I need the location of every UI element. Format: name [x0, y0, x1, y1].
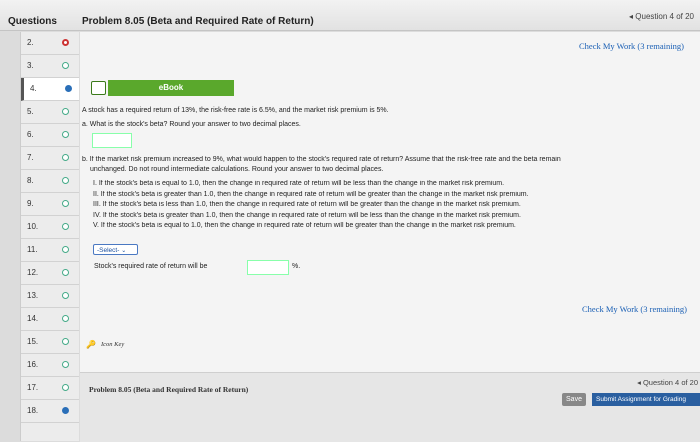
question-number: 12. [27, 268, 39, 277]
question-list-item[interactable]: 12. [21, 262, 79, 285]
status-icon [62, 131, 69, 138]
question-list-item[interactable]: 13. [21, 285, 79, 308]
save-button[interactable]: Save [562, 393, 586, 406]
footer-bar [80, 372, 700, 442]
status-icon [62, 200, 69, 207]
question-number: 10. [27, 222, 39, 231]
question-list-item[interactable]: 5. [21, 101, 79, 124]
status-icon [62, 108, 69, 115]
status-icon [62, 384, 69, 391]
question-list-item[interactable]: 11. [21, 239, 79, 262]
beta-answer-input[interactable] [92, 133, 132, 148]
question-number: 7. [27, 153, 34, 162]
footer-problem-title: Problem 8.05 (Beta and Required Rate of … [89, 385, 249, 394]
key-icon: 🔑 [86, 340, 96, 349]
status-icon [62, 62, 69, 69]
question-number: 4. [30, 84, 37, 93]
answer-option: V. If the stock's beta is equal to 1.0, … [93, 222, 516, 229]
part-a-question: a. What is the stock's beta? Round your … [82, 121, 301, 128]
part-b-question: b. If the market risk premium increased … [82, 156, 561, 163]
question-list-item[interactable]: 3. [21, 55, 79, 78]
question-list-item[interactable]: 10. [21, 216, 79, 239]
status-icon [62, 39, 69, 46]
question-number: 9. [27, 199, 34, 208]
question-number: 11. [27, 245, 38, 254]
question-number: 17. [27, 383, 39, 392]
question-list-item[interactable]: 7. [21, 147, 79, 170]
check-my-work-link-top[interactable]: Check My Work (3 remaining) [579, 41, 684, 51]
select-label: -Select- [97, 247, 120, 254]
question-number: 2. [27, 38, 34, 47]
question-list-item[interactable]: 8. [21, 170, 79, 193]
required-rate-input[interactable] [247, 260, 289, 275]
status-icon [62, 177, 69, 184]
question-number: 5. [27, 107, 34, 116]
status-icon [62, 154, 69, 161]
option-select-dropdown[interactable]: -Select- ⌄ [93, 244, 138, 255]
problem-intro: A stock has a required return of 13%, th… [82, 107, 389, 114]
question-list-item[interactable]: 6. [21, 124, 79, 147]
check-my-work-link-bottom[interactable]: Check My Work (3 remaining) [582, 304, 687, 314]
status-icon [62, 292, 69, 299]
top-bar: Questions Problem 8.05 (Beta and Require… [0, 0, 700, 31]
questions-label: Questions [8, 16, 57, 27]
question-number: 8. [27, 176, 34, 185]
question-list-item[interactable]: 4. [21, 78, 79, 101]
question-list-item[interactable]: 9. [21, 193, 79, 216]
percent-label: %. [292, 263, 301, 270]
question-number: 13. [27, 291, 39, 300]
ebook-button[interactable]: eBook [108, 80, 234, 96]
status-icon [62, 269, 69, 276]
answer-option: I. If the stock's beta is equal to 1.0, … [93, 180, 505, 187]
question-list-item[interactable]: 15. [21, 331, 79, 354]
question-counter[interactable]: ◂ Question 4 of 20 [629, 12, 694, 21]
answer-option: IV. If the stock's beta is greater than … [93, 211, 521, 219]
answer-option: II. If the stock's beta is greater than … [93, 190, 529, 198]
status-icon [65, 85, 72, 92]
page-title: Problem 8.05 (Beta and Required Rate of … [82, 16, 314, 27]
status-icon [62, 361, 69, 368]
question-number: 15. [27, 337, 39, 346]
question-list-item[interactable]: 16. [21, 354, 79, 377]
footer-question-counter[interactable]: ◂ Question 4 of 20 [637, 378, 698, 387]
status-icon [62, 246, 69, 253]
rate-label: Stock's required rate of return will be [94, 263, 208, 270]
question-number: 3. [27, 61, 34, 70]
part-b-instruction: unchanged. Do not round intermediate cal… [90, 166, 384, 173]
icon-key-link[interactable]: Icon Key [101, 341, 124, 348]
status-icon [62, 407, 69, 414]
question-list-item[interactable]: 14. [21, 308, 79, 331]
submit-assignment-button[interactable]: Submit Assignment for Grading [592, 393, 700, 406]
question-number: 16. [27, 360, 39, 369]
question-list-item[interactable]: 17. [21, 377, 79, 400]
question-number: 14. [27, 314, 39, 323]
status-icon [62, 315, 69, 322]
question-list: 2. 3. 4. 5. 6. 7. 8. 9. 10. 11. 12. 13. 14. 15. 16. 17.… [20, 32, 79, 441]
answer-option: III. If the stock's beta is less than 1.… [93, 201, 521, 208]
status-icon [62, 338, 69, 345]
chevron-down-icon: ⌄ [121, 248, 127, 254]
question-list-item[interactable]: 18. [21, 400, 79, 423]
question-number: 18. [27, 406, 39, 415]
status-icon [62, 223, 69, 230]
question-list-item[interactable]: 2. [21, 32, 79, 55]
ebook-icon[interactable] [91, 81, 106, 95]
question-number: 6. [27, 130, 34, 139]
